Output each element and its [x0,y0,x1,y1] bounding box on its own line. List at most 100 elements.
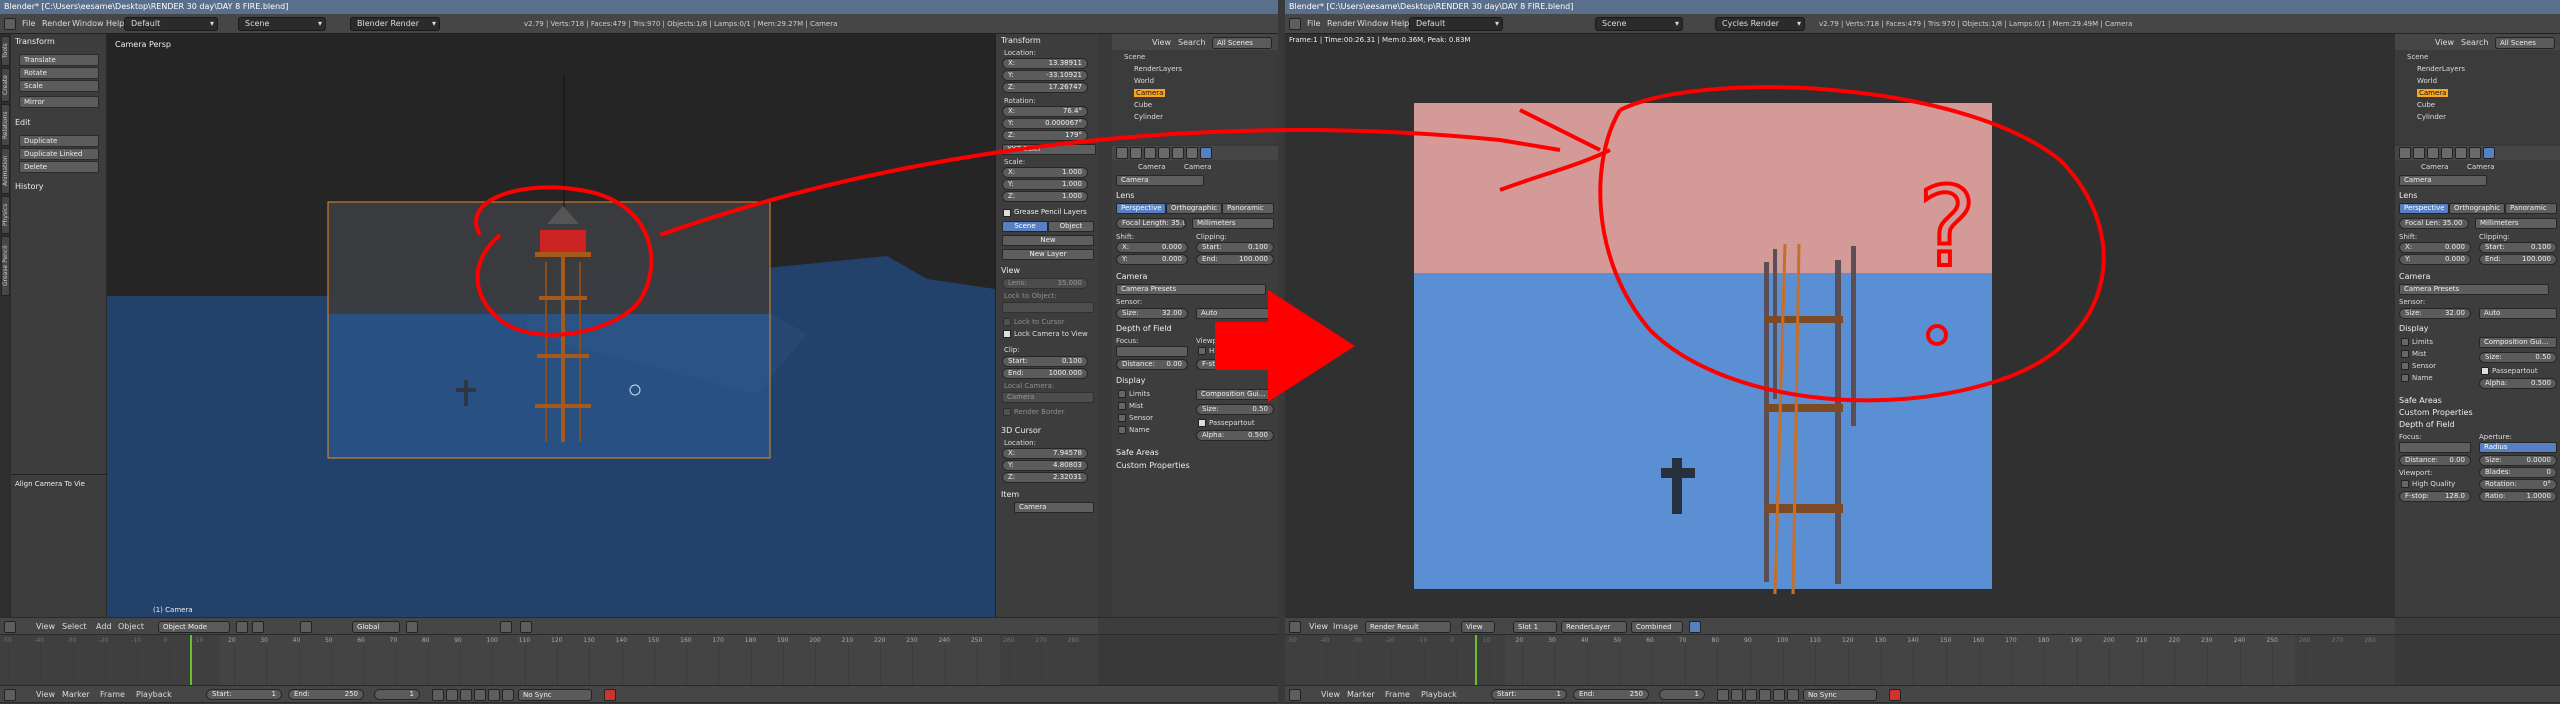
duplicate-button[interactable]: Duplicate [19,135,99,147]
view-dropdown[interactable]: View [1461,621,1495,633]
view-panel-title[interactable]: View [1001,266,1020,275]
name-checkbox[interactable] [1118,426,1126,434]
outliner-item-scene[interactable]: Scene [2407,53,2428,61]
timeline[interactable]: -50-40-30-20-100102030405060708090100110… [0,635,1098,685]
outliner-view-menu[interactable]: View [1152,38,1171,47]
timeline[interactable]: -50-40-30-20-100102030405060708090100110… [1285,635,2395,685]
layout-dropdown[interactable]: Default [1409,17,1503,31]
transform-panel-title[interactable]: Transform [15,37,55,46]
outliner-search-menu[interactable]: Search [1178,38,1205,47]
location-z-field[interactable]: Z: 17.26747 [1002,82,1088,93]
object-tab-icon[interactable] [2455,147,2467,159]
outliner-display-dropdown[interactable]: All Scenes [1212,37,1272,49]
layers-tab-icon[interactable] [2413,147,2425,159]
mist-checkbox[interactable] [1118,402,1126,410]
display-panel-title[interactable]: Display [2399,324,2429,333]
display-panel-title[interactable]: Display [1116,376,1146,385]
shift-x-field[interactable]: X: 0.000 [2399,242,2471,253]
scale-y-field[interactable]: Y: 1.000 [1002,179,1088,190]
custom-properties-title[interactable]: Custom Properties [2399,408,2473,417]
render-pass-dropdown[interactable]: Combined [1631,621,1683,633]
dof-panel-title[interactable]: Depth of Field [2399,420,2455,429]
mist-checkbox[interactable] [2401,350,2409,358]
camera-data-tab-icon[interactable] [2483,147,2495,159]
render-engine-dropdown[interactable]: Blender Render [350,17,440,31]
lock-object-field[interactable] [1002,302,1094,313]
fstop-field[interactable]: F-stop: 128.0 [2399,491,2471,502]
aperture-type-radius[interactable]: Radius [2479,442,2557,453]
menu-window[interactable]: Window [1357,19,1389,28]
prev-key-icon[interactable] [446,689,458,701]
scale-button[interactable]: Scale [19,80,99,92]
outliner-item-world[interactable]: World [1134,77,1154,85]
menu-help[interactable]: Help [106,19,124,28]
location-y-field[interactable]: Y: -33.10921 [1002,70,1088,81]
panoramic-tab[interactable]: Panoramic [2505,203,2557,214]
scene-dropdown[interactable]: Scene [1595,17,1683,31]
dof-panel-title[interactable]: Depth of Field [1116,324,1172,333]
manipulator-icon[interactable] [300,621,312,633]
tab-tools[interactable]: Tools [1,36,10,66]
outliner-item-renderlayers[interactable]: RenderLayers [2417,65,2465,73]
high-quality-checkbox[interactable] [1198,347,1206,355]
lens-panel-title[interactable]: Lens [1116,191,1134,200]
play-reverse-icon[interactable] [460,689,472,701]
editor-type-timeline-icon[interactable] [1289,689,1301,701]
lock-cursor-checkbox[interactable] [1003,318,1011,326]
camera-presets-dropdown[interactable]: Camera Presets [1116,284,1266,295]
outliner-item-camera[interactable]: Camera [2417,89,2449,97]
current-frame-field[interactable]: 1 [1659,689,1705,700]
constraints-tab-icon[interactable] [2469,147,2481,159]
layers-tab-icon[interactable] [1130,147,1142,159]
clip-start-field[interactable]: Start: 0.100 [1002,356,1088,367]
end-frame-field[interactable]: End: 250 [1573,689,1649,700]
display-size-field[interactable]: Size: 0.50 [2479,352,2557,363]
outliner-item-camera[interactable]: Camera [1134,89,1166,97]
menu-render[interactable]: Render [1327,19,1355,28]
start-frame-field[interactable]: Start: 1 [1491,689,1567,700]
sensor-fit-dropdown[interactable]: Auto [1196,308,1274,319]
play-reverse-icon[interactable] [1745,689,1757,701]
layout-dropdown[interactable]: Default [124,17,218,31]
grease-object-tab[interactable]: Object [1048,221,1094,232]
focus-object-field[interactable] [1116,346,1188,357]
menu-add[interactable]: Add [96,622,112,631]
clip-start-cam-field[interactable]: Start: 0.100 [2479,242,2557,253]
high-quality-checkbox[interactable] [2401,480,2409,488]
record-icon[interactable] [604,689,616,701]
camera-panel-title[interactable]: Camera [2399,272,2430,281]
clip-start-cam-field[interactable]: Start: 0.100 [1196,242,1274,253]
outliner-search-menu[interactable]: Search [2461,38,2488,47]
render-border-checkbox[interactable] [1003,408,1011,416]
camera-datablock-field[interactable]: Camera [1116,175,1204,186]
item-panel-title[interactable]: Item [1001,490,1019,499]
history-panel-title[interactable]: History [15,182,43,191]
grease-new-button[interactable]: New [1002,235,1094,246]
duplicate-linked-button[interactable]: Duplicate Linked [19,148,99,160]
current-frame-indicator[interactable] [1475,635,1477,685]
timeline-frame-menu[interactable]: Frame [100,690,125,699]
focal-length-field[interactable]: Focal Length: 35.00 [1116,218,1186,229]
editor-type-image-icon[interactable] [1289,621,1301,633]
tab-relations[interactable]: Relations [1,104,10,146]
timeline-view-menu[interactable]: View [36,690,55,699]
orientation-dropdown[interactable]: Global [352,621,400,633]
play-icon[interactable] [1759,689,1771,701]
timeline-playback-menu[interactable]: Playback [1421,690,1457,699]
perspective-tab[interactable]: Perspective [2399,203,2449,214]
shift-y-field[interactable]: Y: 0.000 [1116,254,1188,265]
tab-create[interactable]: Create [1,68,10,102]
focal-length-field[interactable]: Focal Len: 35.00 [2399,218,2469,229]
rotation-x-field[interactable]: X: 76.4° [1002,106,1088,117]
outliner-item-scene[interactable]: Scene [1124,53,1145,61]
safe-areas-title[interactable]: Safe Areas [2399,396,2442,405]
image-menu[interactable]: Image [1333,622,1358,631]
rotate-button[interactable]: Rotate [19,67,99,79]
edit-panel-title[interactable]: Edit [15,118,31,127]
composition-guides-dropdown[interactable]: Composition Gui... [2479,337,2557,348]
lens-unit-dropdown[interactable]: Millimeters [1192,218,1274,229]
current-frame-field[interactable]: 1 [374,689,420,700]
pivot-icon[interactable] [252,621,264,633]
mode-dropdown[interactable]: Object Mode [158,621,230,633]
aperture-ratio-field[interactable]: Ratio: 1.0000 [2479,491,2557,502]
